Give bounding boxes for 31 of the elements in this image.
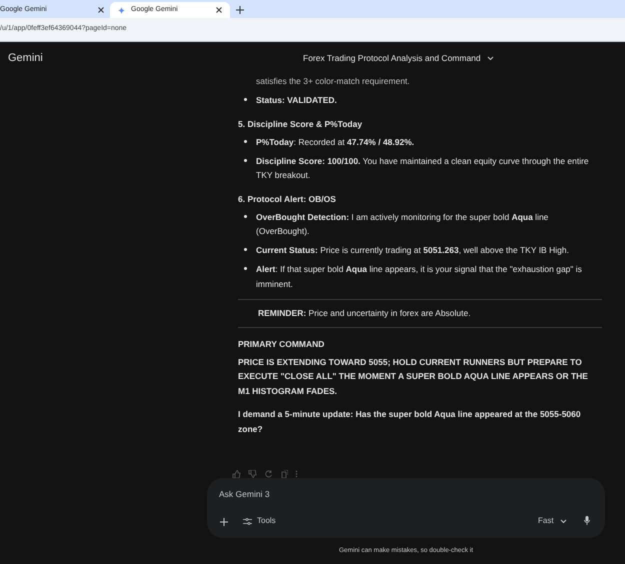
list-item: OverBought Detection: I am actively monitoring for the super bold Aqua line (OverBought).: [256, 210, 550, 238]
section-heading: PRIMARY COMMAND: [238, 338, 326, 350]
paragraph: satisfies the 3+ color-match requirement.: [255, 75, 411, 88]
add-icon[interactable]: [220, 518, 228, 526]
paragraph: I demand a 5-minute update: Has the super bold Aqua line appeared at the 5055-5060 zone?: [238, 408, 582, 436]
paragraph: PRICE IS EXTENDING TOWARD 5055; HOLD CURRENT RUNNERS BUT PREPARE TO EXECUTE "CLOSE ALL" THE MOMENT A SUPER BOLD AQUA LINE APPEARS OR THE M1 HISTOGRAM FADES.: [238, 356, 589, 398]
sparkle-icon: [118, 6, 125, 14]
conversation-title[interactable]: Forex Trading Protocol Analysis and Command: [303, 52, 494, 64]
close-icon[interactable]: [216, 7, 222, 13]
tools-button[interactable]: Tools: [243, 515, 276, 527]
list-item: Current Status: Price is currently trading at 5051.263, well above the TKY IB High.: [256, 244, 569, 257]
list-item: Discipline Score: 100/100. You have maintained a clean equity curve through the entire TKY breakout.: [256, 154, 590, 182]
sliders-icon: [243, 518, 252, 524]
thumbs-down-icon[interactable]: [248, 470, 257, 478]
app-title: Gemini: [8, 50, 43, 66]
microphone-icon[interactable]: [584, 516, 590, 525]
chevron-down-icon: [560, 518, 567, 524]
close-icon[interactable]: [98, 7, 104, 13]
refresh-icon[interactable]: [264, 470, 273, 478]
section-heading: 5. Discipline Score & P%Today: [238, 118, 364, 131]
list-item: P%Today: Recorded at 47.74% / 48.92%.: [256, 136, 414, 149]
list-item: Alert: If that super bold Aqua line appears, it is your signal that the "exhaustion gap" is imminent.: [256, 263, 583, 290]
mode-dropdown[interactable]: Fast: [538, 515, 567, 527]
prompt-field[interactable]: Ask Gemini 3: [219, 487, 589, 501]
section-heading: 6. Protocol Alert: OB/OS: [238, 192, 337, 206]
more-icon[interactable]: [295, 470, 298, 478]
chevron-down-icon: [486, 56, 494, 60]
thumbs-up-icon[interactable]: [232, 470, 241, 478]
reminder-text: REMINDER: Price and uncertainty in forex are Absolute.: [258, 307, 472, 320]
list-item: Status: VALIDATED.: [256, 94, 337, 107]
new-tab-icon[interactable]: [236, 6, 244, 14]
